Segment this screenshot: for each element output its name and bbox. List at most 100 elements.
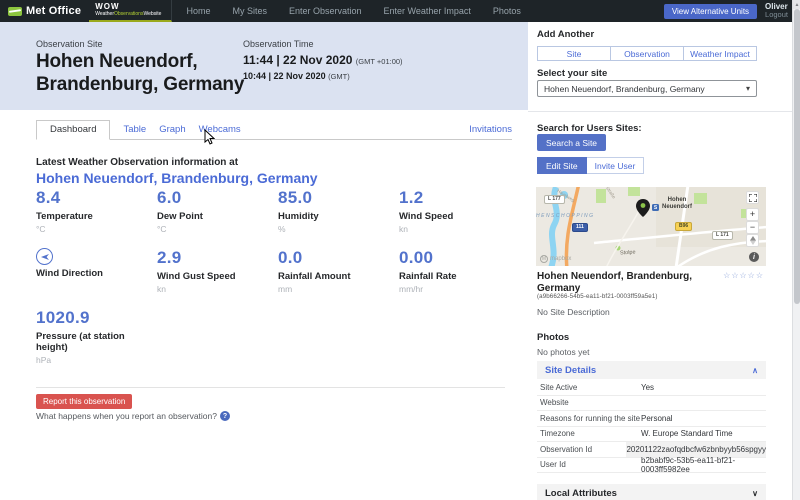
metrics-grid: 8.4 Temperature °C 6.0 Dew Point °C 85.0… <box>36 188 520 368</box>
table-row: Timezone W. Europe Standard Time <box>537 427 766 443</box>
user-block: Oliver Logout <box>765 3 788 19</box>
table-row: Site Active Yes <box>537 380 766 396</box>
map-label-hohen-neuendorf: Hohen Neuendorf <box>662 197 692 211</box>
tab-webcams[interactable]: Webcams <box>199 120 241 139</box>
met-office-name: Met Office <box>26 5 81 17</box>
wind-direction-arrow-icon <box>36 248 53 265</box>
observation-site-name: Hohen Neuendorf, Brandenburg, Germany <box>36 50 246 96</box>
add-site-button[interactable]: Site <box>537 46 611 61</box>
report-observation-button[interactable]: Report this observation <box>36 394 132 409</box>
photos-heading: Photos <box>537 332 569 343</box>
dashboard-panel: Dashboard Table Graph Webcams Invitation… <box>0 110 528 500</box>
table-row: User Id b2babf9c-53b5-ea11-bf21-0003ff59… <box>537 458 766 474</box>
select-site-label: Select your site <box>537 68 607 79</box>
map-pin <box>636 199 650 222</box>
nav-item-my-sites[interactable]: My Sites <box>232 6 267 16</box>
met-office-logo[interactable]: Met Office <box>0 0 89 22</box>
site-select-dropdown[interactable]: Hohen Neuendorf, Brandenburg, Germany ▾ <box>537 80 757 97</box>
scrollbar-thumb[interactable] <box>794 9 800 304</box>
metric-humidity: 85.0 Humidity % <box>278 188 399 248</box>
observation-header: Observation Site Hohen Neuendorf, Brande… <box>0 22 528 110</box>
search-users-sites-label: Search for Users Sites: <box>537 123 642 134</box>
tab-graph[interactable]: Graph <box>159 120 185 139</box>
mapbox-attribution[interactable]: M mapbox <box>540 255 571 263</box>
add-another-buttons: Site Observation Weather Impact <box>537 46 757 61</box>
water-label: HENSCHOPPING <box>536 213 595 219</box>
divider <box>528 111 792 112</box>
site-rating-stars[interactable]: ☆☆☆☆☆ <box>723 271 764 280</box>
compass-icon[interactable] <box>746 234 759 247</box>
sidebar-site-name: Hohen Neuendorf, Brandenburg, Germany <box>537 271 722 295</box>
metric-pressure: 1020.9 Pressure (at station height) hPa <box>36 308 157 368</box>
nav-item-enter-observation[interactable]: Enter Observation <box>289 6 362 16</box>
nav-item-enter-weather-impact[interactable]: Enter Weather Impact <box>384 6 471 16</box>
fullscreen-icon[interactable] <box>746 191 759 204</box>
nav-right: View Alternative Units Oliver Logout <box>664 0 800 22</box>
logout-link[interactable]: Logout <box>765 11 788 19</box>
metric-wind-speed: 1.2 Wind Speed kn <box>399 188 520 248</box>
edit-site-button[interactable]: Edit Site <box>537 157 587 174</box>
scrollbar-up-arrow[interactable]: ▲ <box>793 0 800 9</box>
no-photos-text: No photos yet <box>537 347 589 357</box>
metric-wind-direction: Wind Direction <box>36 248 157 308</box>
tab-bar: Dashboard Table Graph Webcams Invitation… <box>36 120 512 140</box>
local-attributes-header[interactable]: Local Attributes ∨ <box>537 484 766 500</box>
mapbox-icon: M <box>540 255 548 263</box>
chevron-up-icon: ∧ <box>752 366 758 375</box>
star-icon: ☆ <box>756 271 764 280</box>
sidebar: Add Another Site Observation Weather Imp… <box>528 22 792 500</box>
table-row: Reasons for running the site Personal <box>537 411 766 427</box>
observation-time-gmt: 10:44 | 22 Nov 2020 (GMT) <box>243 71 350 81</box>
site-details-table: Site Active Yes Website Reasons for runn… <box>537 380 766 473</box>
metric-rainfall-rate: 0.00 Rainfall Rate mm/hr <box>399 248 520 308</box>
observation-time-label: Observation Time <box>243 39 314 49</box>
map-info-icon[interactable]: i <box>749 252 759 262</box>
met-office-icon <box>8 7 22 16</box>
chevron-down-icon: ▾ <box>746 84 750 93</box>
map-label-stolpe: Stolpe <box>620 249 636 256</box>
tab-dashboard[interactable]: Dashboard <box>36 120 110 140</box>
star-icon: ☆ <box>748 271 756 280</box>
road-shield-l177: L 177 <box>544 195 565 204</box>
help-icon[interactable]: ? <box>220 411 230 421</box>
observation-time-local: 11:44 | 22 Nov 2020 (GMT +01:00) <box>243 53 403 67</box>
divider <box>36 387 505 388</box>
road-shield-l171: L 171 <box>712 231 733 240</box>
tab-invitations[interactable]: Invitations <box>469 120 512 139</box>
edit-invite-group: Edit Site Invite User <box>537 157 644 174</box>
wow-page: Met Office WOW WeatherObservationsWebsit… <box>0 0 800 500</box>
latest-observation-site-link[interactable]: Hohen Neuendorf, Brandenburg, Germany <box>36 170 318 186</box>
report-help: What happens when you report an observat… <box>36 411 230 421</box>
site-map[interactable]: Havelweg Straße L 177 HENSCHOPPING 111 B… <box>536 187 766 266</box>
site-id: (a9b66266-54b5-ea11-bf21-0003ff59a5e1) <box>537 293 658 300</box>
nav-menu: Home My Sites Enter Observation Enter We… <box>186 0 520 22</box>
zoom-in-button[interactable]: + <box>746 208 759 221</box>
page-scrollbar[interactable]: ▲ <box>792 0 800 500</box>
metric-wind-gust-speed: 2.9 Wind Gust Speed kn <box>157 248 278 308</box>
view-alternative-units-button[interactable]: View Alternative Units <box>664 4 757 19</box>
observation-site-label: Observation Site <box>36 39 103 49</box>
top-nav: Met Office WOW WeatherObservationsWebsit… <box>0 0 800 22</box>
latest-observation-label: Latest Weather Observation information a… <box>36 157 238 168</box>
star-icon: ☆ <box>739 271 747 280</box>
table-row: Website <box>537 396 766 412</box>
invite-user-button[interactable]: Invite User <box>587 157 645 174</box>
search-site-button[interactable]: Search a Site <box>537 134 606 151</box>
metric-temperature: 8.4 Temperature °C <box>36 188 157 248</box>
nav-item-home[interactable]: Home <box>186 6 210 16</box>
chevron-down-icon: ∨ <box>752 489 758 498</box>
road-shield-a111: 111 <box>572 223 588 232</box>
metric-dew-point: 6.0 Dew Point °C <box>157 188 278 248</box>
metric-rainfall-amount: 0.0 Rainfall Amount mm <box>278 248 399 308</box>
add-another-label: Add Another <box>537 29 594 40</box>
site-details-header[interactable]: Site Details ∧ <box>537 361 766 379</box>
no-site-description: No Site Description <box>537 307 610 317</box>
zoom-out-button[interactable]: − <box>746 221 759 234</box>
add-observation-button[interactable]: Observation <box>610 46 684 61</box>
add-weather-impact-button[interactable]: Weather Impact <box>683 46 757 61</box>
wow-logo[interactable]: WOW WeatherObservationsWebsite <box>89 0 172 22</box>
tab-table[interactable]: Table <box>123 120 146 139</box>
road-shield-b96: B96 <box>675 222 692 231</box>
nav-item-photos[interactable]: Photos <box>493 6 521 16</box>
sbahn-station-icon: S <box>652 204 659 211</box>
